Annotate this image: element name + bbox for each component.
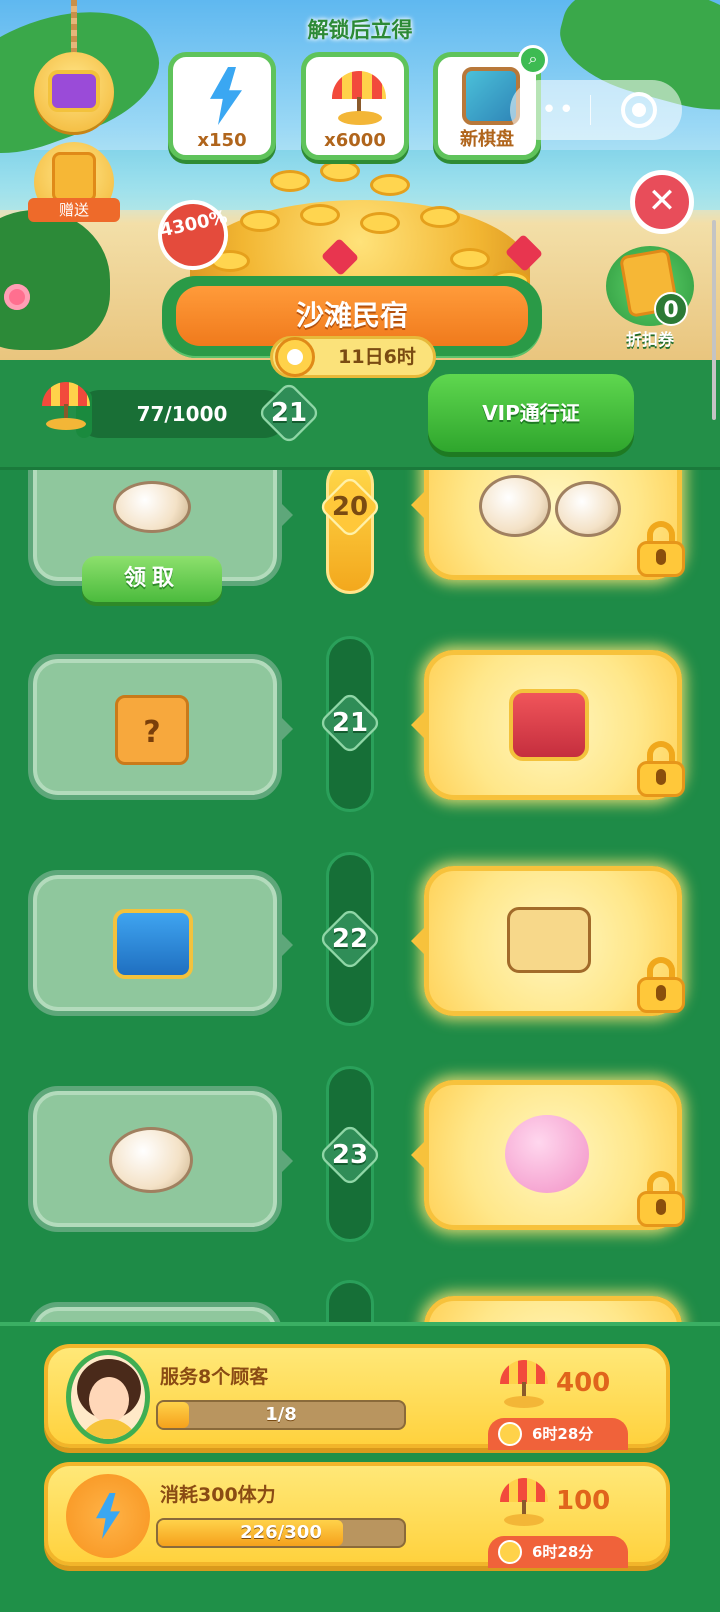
task-progress-text: 1/8 bbox=[265, 1404, 297, 1425]
task-title: 服务8个顾客 bbox=[160, 1366, 269, 1388]
mystery-box-icon: ? bbox=[115, 695, 189, 765]
gift-label: 赠送 bbox=[28, 198, 120, 222]
task-reward-amount: 400 bbox=[556, 1368, 611, 1398]
piggy-bank-icon bbox=[505, 1115, 589, 1193]
task-title: 消耗300体力 bbox=[160, 1484, 276, 1506]
event-timer: 11日6时 bbox=[270, 336, 436, 378]
level-badge: 23 bbox=[318, 1123, 382, 1187]
level-badge: 21 bbox=[318, 691, 382, 755]
customer-avatar bbox=[66, 1350, 150, 1444]
vip-reward-card[interactable] bbox=[411, 866, 685, 1016]
blue-chest-icon bbox=[113, 909, 193, 979]
noodle-bowl-icon bbox=[109, 1127, 193, 1193]
beach-umbrella-icon bbox=[330, 67, 388, 125]
task-progress-bar: 1/8 bbox=[156, 1400, 406, 1430]
beach-umbrella-icon bbox=[40, 380, 92, 432]
task-progress-bar: 226/300 bbox=[156, 1518, 406, 1548]
coupon-label: 折扣券 bbox=[625, 330, 674, 349]
free-reward-card[interactable] bbox=[28, 1302, 282, 1322]
pass-reward-list[interactable]: 领取 20 ? 21 22 23 bbox=[0, 470, 720, 1322]
clock-icon bbox=[275, 337, 315, 377]
beach-umbrella-icon bbox=[498, 1476, 550, 1528]
close-button[interactable]: ✕ bbox=[630, 170, 694, 234]
level-track bbox=[326, 1280, 374, 1322]
task-card[interactable]: 服务8个顾客 1/8 400 6时28分 bbox=[44, 1344, 670, 1450]
grilled-fish-dish-icon bbox=[113, 481, 191, 533]
red-chest-icon bbox=[509, 689, 589, 761]
rope-decoration bbox=[71, 0, 77, 56]
task-timer: 6时28分 bbox=[488, 1536, 628, 1568]
reward-card-energy[interactable]: x150 bbox=[168, 52, 276, 160]
gift-ticket-button[interactable]: 赠送 bbox=[28, 142, 120, 222]
task-timer: 6时28分 bbox=[488, 1418, 628, 1450]
miniprogram-capsule: ••• bbox=[510, 80, 682, 140]
vip-reward-card[interactable] bbox=[411, 470, 685, 580]
lock-icon bbox=[637, 957, 685, 1013]
pass-progress-bar: 77/1000 bbox=[76, 390, 288, 438]
reward-amount: x6000 bbox=[324, 130, 386, 151]
energy-bolt-icon bbox=[197, 67, 255, 125]
reward-amount: x150 bbox=[197, 130, 247, 151]
magnifier-icon[interactable]: ⌕ bbox=[518, 45, 548, 75]
dessert-bowl-icon bbox=[555, 481, 621, 537]
level-number: 20 bbox=[331, 492, 369, 522]
energy-bolt-icon bbox=[66, 1474, 150, 1558]
claim-button[interactable]: 领取 bbox=[82, 556, 222, 602]
mystery-chest-button[interactable] bbox=[34, 52, 114, 132]
current-level-badge: 21 bbox=[257, 381, 321, 445]
more-options-icon[interactable]: ••• bbox=[510, 80, 590, 140]
vip-reward-card[interactable] bbox=[424, 1296, 682, 1322]
ticket-icon bbox=[52, 152, 96, 202]
vip-reward-card[interactable] bbox=[411, 1080, 685, 1230]
unlock-rewards-title: 解锁后立得 bbox=[307, 18, 413, 42]
dessert-set-icon bbox=[479, 475, 551, 537]
task-reward-amount: 100 bbox=[556, 1486, 611, 1516]
close-miniprogram-icon[interactable] bbox=[621, 92, 657, 128]
level-number: 21 bbox=[331, 708, 369, 738]
flower-decoration bbox=[4, 284, 30, 310]
beach-umbrella-icon bbox=[498, 1358, 550, 1410]
clock-icon bbox=[498, 1422, 522, 1446]
task-panel: 服务8个顾客 1/8 400 6时28分 消耗300体力 226/300 100… bbox=[0, 1322, 720, 1612]
task-card[interactable]: 消耗300体力 226/300 100 6时28分 bbox=[44, 1462, 670, 1568]
level-number: 22 bbox=[331, 924, 369, 954]
task-progress-text: 226/300 bbox=[240, 1522, 322, 1543]
event-timer-text: 11日6时 bbox=[338, 346, 416, 368]
free-reward-card[interactable] bbox=[28, 1086, 293, 1232]
chest-icon bbox=[48, 70, 100, 112]
free-reward-card[interactable] bbox=[28, 870, 293, 1016]
current-level: 21 bbox=[270, 398, 308, 428]
level-badge: 20 bbox=[318, 475, 382, 539]
coupon-count: 0 bbox=[654, 292, 688, 326]
task-timer-text: 6时28分 bbox=[532, 1425, 594, 1443]
lock-icon bbox=[637, 1171, 685, 1227]
level-number: 23 bbox=[331, 1140, 369, 1170]
free-reward-card[interactable]: ? bbox=[28, 654, 293, 800]
lock-icon bbox=[637, 741, 685, 797]
task-timer-text: 6时28分 bbox=[532, 1543, 594, 1561]
palm-leaf bbox=[0, 210, 110, 350]
reward-card-umbrella[interactable]: x6000 bbox=[301, 52, 409, 160]
pass-progress-text: 77/1000 bbox=[136, 402, 228, 426]
level-badge: 22 bbox=[318, 907, 382, 971]
lock-icon bbox=[637, 521, 685, 577]
discount-coupon[interactable]: 0 折扣券 bbox=[606, 246, 694, 349]
flower-cake-icon bbox=[507, 907, 591, 973]
vip-pass-button[interactable]: VIP通行证 bbox=[428, 374, 634, 452]
clock-icon bbox=[498, 1540, 522, 1564]
scrollbar[interactable] bbox=[712, 220, 716, 420]
vip-reward-card[interactable] bbox=[411, 650, 685, 800]
